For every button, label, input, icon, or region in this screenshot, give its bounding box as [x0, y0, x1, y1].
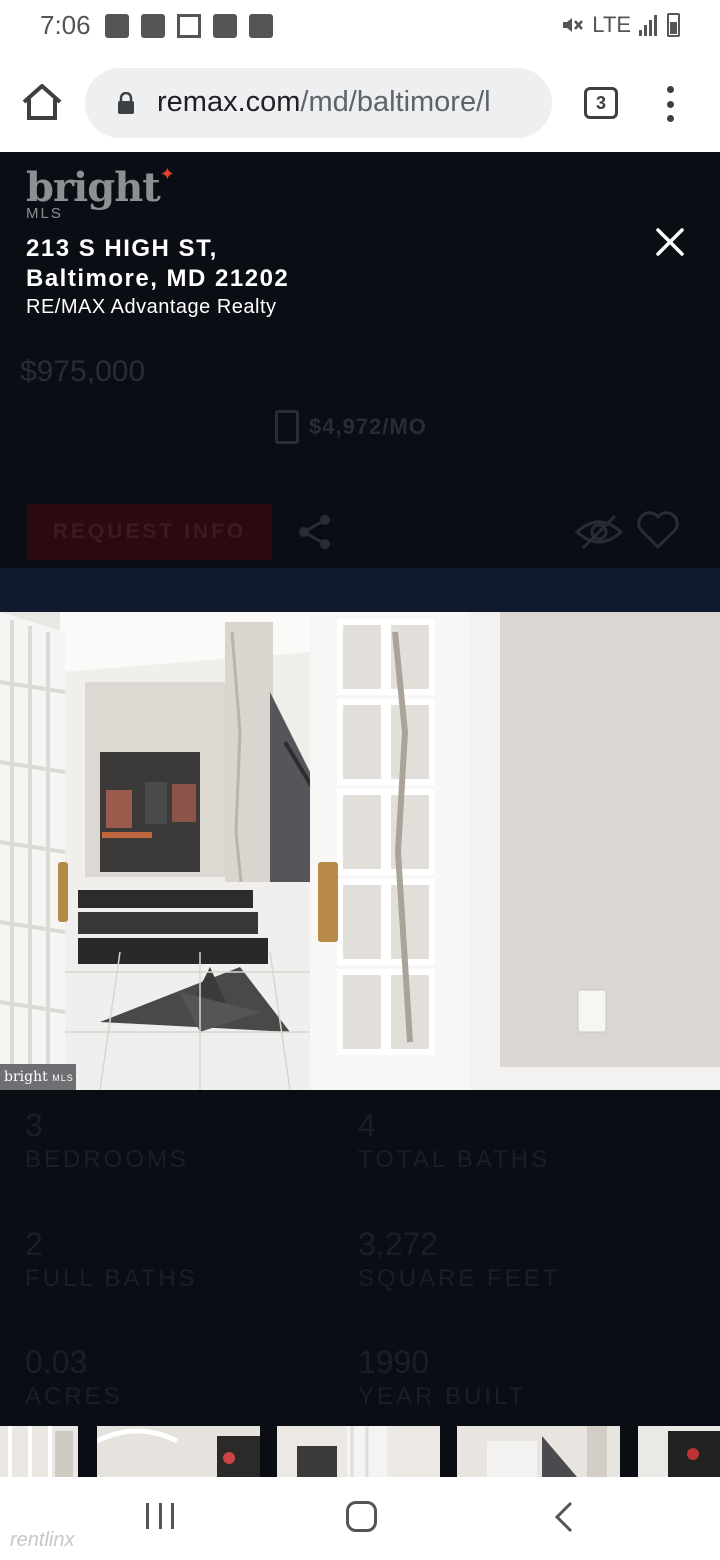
logo-star-icon: ✦	[159, 164, 175, 184]
lock-icon	[118, 92, 134, 114]
mortgage-value: $4,972/MO	[309, 414, 427, 439]
mortgage-estimate[interactable]: $4,972/MO	[275, 410, 427, 444]
status-time: 7:06	[40, 10, 91, 40]
overflow-menu-icon[interactable]	[661, 86, 679, 122]
missed-call-icon	[177, 14, 201, 38]
address-bar[interactable]: remax.com/md/baltimore/l	[85, 68, 552, 138]
listing-photo[interactable]: bright MLS	[0, 612, 720, 1090]
cast-icon	[249, 14, 273, 38]
url-text: remax.com/md/baltimore/l	[157, 86, 491, 119]
system-nav-bar: rentlinx	[0, 1477, 720, 1560]
stat-full-baths: 2 FULL BATHS	[25, 1226, 198, 1292]
request-info-button[interactable]: REQUEST INFO	[27, 504, 272, 560]
hide-listing-icon[interactable]	[575, 512, 623, 552]
url-domain: remax.com	[157, 86, 301, 118]
stat-bedrooms: 3 BEDROOMS	[25, 1107, 190, 1173]
stat-total-baths: 4 TOTAL BATHS	[358, 1107, 551, 1173]
photo-watermark: bright MLS	[0, 1064, 76, 1090]
home-icon[interactable]	[20, 82, 64, 122]
stat-square-feet: 3,272 SQUARE FEET	[358, 1226, 561, 1292]
thumbnail-3[interactable]	[277, 1426, 440, 1477]
browser-toolbar: remax.com/md/baltimore/l 3	[0, 52, 720, 152]
thumbnail-2[interactable]	[97, 1426, 260, 1477]
network-type: LTE	[592, 12, 631, 37]
message-icon	[105, 14, 129, 38]
price: $975,000	[20, 355, 146, 388]
stat-year-built: 1990 YEAR BUILT	[358, 1344, 527, 1410]
battery-icon	[667, 13, 680, 37]
thumbnail-1[interactable]	[0, 1426, 78, 1477]
listing-modal: $975,000 $4,972/MO REQUEST INFO 3 BEDROO…	[0, 152, 720, 1477]
stat-acres: 0.03 ACRES	[25, 1344, 123, 1410]
notification-icons	[105, 14, 273, 38]
system-icons: LTE	[560, 12, 680, 38]
brokerage-name: RE/MAX Advantage Realty	[26, 296, 277, 318]
thumbnail-strip	[0, 1426, 720, 1477]
url-path: /md/baltimore/l	[300, 86, 491, 118]
listing-nav-bar	[0, 568, 720, 612]
recent-apps-icon[interactable]	[146, 1503, 174, 1531]
favorite-heart-icon[interactable]	[636, 510, 680, 550]
image-icon	[213, 14, 237, 38]
calculator-icon	[275, 410, 299, 444]
thumbnail-5[interactable]	[638, 1426, 720, 1477]
signal-icon	[639, 15, 657, 36]
status-bar: 7:06 LTE	[0, 0, 720, 52]
square-icon	[141, 14, 165, 38]
bright-mls-logo: bright✦ MLS	[26, 164, 175, 222]
share-icon[interactable]	[297, 514, 333, 550]
tab-switcher-button[interactable]: 3	[584, 87, 618, 119]
rentlinx-watermark: rentlinx	[10, 1529, 75, 1551]
address-city: Baltimore, MD 21202	[26, 265, 290, 292]
close-icon[interactable]	[652, 224, 688, 260]
home-button-icon[interactable]	[346, 1501, 377, 1532]
address-street: 213 S HIGH ST,	[26, 235, 218, 262]
photo-interior-illustration	[0, 612, 720, 1090]
back-icon[interactable]	[553, 1501, 575, 1533]
thumbnail-4[interactable]	[457, 1426, 620, 1477]
mute-icon	[563, 18, 584, 32]
